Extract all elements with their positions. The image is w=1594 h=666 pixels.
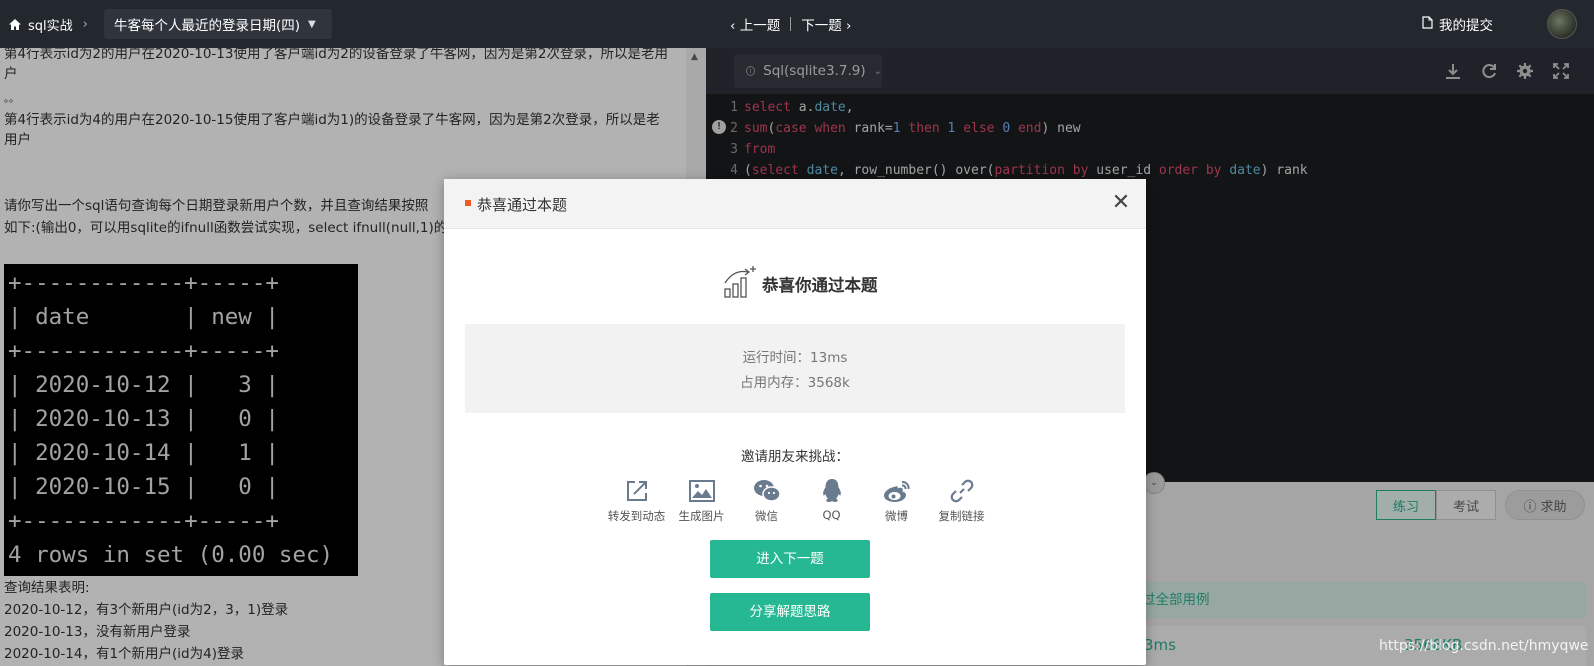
share-forward[interactable]: 转发到动态: [604, 476, 669, 524]
run-stats-box: 运行时间：13ms 占用内存：3568k: [465, 324, 1125, 413]
share-weibo[interactable]: 微博: [864, 476, 929, 524]
link-icon: [950, 476, 974, 506]
chevron-right-icon: ›: [82, 16, 88, 32]
share-label: 转发到动态: [607, 509, 666, 523]
title-marker: [465, 200, 471, 206]
share-label: QQ: [822, 508, 841, 522]
dialog-title: 恭喜通过本题: [477, 196, 568, 214]
next-problem-button[interactable]: 进入下一题: [710, 540, 870, 578]
home-breadcrumb[interactable]: sql实战 ›: [8, 12, 88, 36]
share-wechat[interactable]: 微信: [734, 476, 799, 524]
problem-title-dropdown[interactable]: 牛客每个人最近的登录日期(四) ▼: [104, 9, 332, 39]
chart-growth-icon: [722, 265, 758, 303]
dialog-header: 恭喜通过本题 ✕: [444, 179, 1146, 229]
nav-divider: [790, 17, 792, 31]
memory-stat: 占用内存：3568k: [740, 375, 850, 391]
image-icon: [688, 476, 715, 506]
next-problem-link[interactable]: 下一题 ›: [801, 14, 851, 34]
share-options: 转发到动态 生成图片 微信 QQ 微博 复制链接: [604, 476, 994, 524]
wechat-icon: [753, 476, 781, 506]
share-label: 生成图片: [678, 509, 725, 523]
runtime-stat: 运行时间：13ms: [742, 350, 848, 366]
home-label: sql实战: [28, 18, 73, 34]
my-submissions-label: 我的提交: [1439, 18, 1493, 34]
share-copy-link[interactable]: 复制链接: [929, 476, 994, 524]
watermark: https://blog.csdn.net/hmyqwe: [1379, 638, 1589, 654]
share-solution-button[interactable]: 分享解题思路: [710, 593, 870, 631]
my-submissions-link[interactable]: 我的提交: [1422, 14, 1493, 34]
success-dialog: 恭喜通过本题 ✕ 恭喜你通过本题 运行时间：13ms 占用内存：3568k 邀请…: [444, 179, 1146, 665]
home-icon: [8, 18, 22, 31]
caret-down-icon: ▼: [308, 18, 316, 30]
close-icon[interactable]: ✕: [1109, 192, 1133, 216]
share-label: 复制链接: [938, 509, 985, 523]
qq-icon: [821, 476, 843, 506]
prev-problem-link[interactable]: ‹ 上一题: [730, 14, 780, 34]
share-image[interactable]: 生成图片: [669, 476, 734, 524]
forward-icon: [625, 476, 649, 506]
invite-label: 邀请朋友来挑战：: [741, 449, 849, 465]
share-label: 微信: [755, 509, 778, 523]
share-label: 微博: [885, 509, 908, 523]
problem-title: 牛客每个人最近的登录日期(四): [114, 18, 301, 34]
congrats-text: 恭喜你通过本题: [762, 276, 878, 295]
share-qq[interactable]: QQ: [799, 476, 864, 524]
document-icon: [1422, 15, 1433, 33]
problem-nav: ‹ 上一题 下一题 ›: [730, 14, 851, 34]
top-bar: sql实战 › 牛客每个人最近的登录日期(四) ▼ ‹ 上一题 下一题 › 我的…: [0, 0, 1594, 48]
congrats-heading: 恭喜你通过本题: [722, 265, 878, 303]
weibo-icon: [883, 476, 911, 506]
avatar[interactable]: [1547, 9, 1577, 39]
